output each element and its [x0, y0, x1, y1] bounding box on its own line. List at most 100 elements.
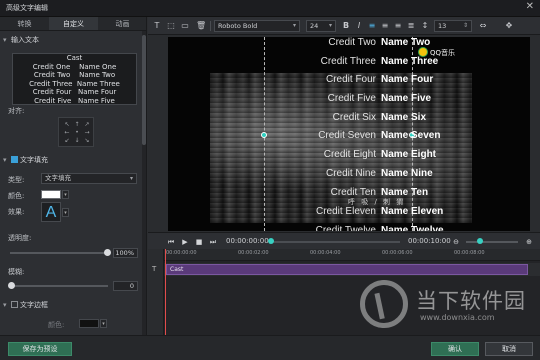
line-spacing-icon[interactable]: ↕	[420, 21, 430, 31]
credit-line: Credit Eight Name Eight	[264, 145, 504, 164]
border-color-swatch[interactable]	[79, 319, 99, 328]
fill-type-select[interactable]: 文字填充 ▾	[41, 173, 137, 184]
text-border-checkbox[interactable]	[11, 301, 18, 308]
video-preview[interactable]: QQ音乐 Credit Two Name Two Credit Three Name…	[168, 37, 530, 231]
fill-color-swatch[interactable]	[41, 190, 61, 199]
add-text-icon[interactable]: T	[152, 21, 162, 31]
brand-name: 当下软件园	[416, 289, 526, 313]
zoom-out-icon[interactable]: ⊖	[451, 237, 461, 247]
bold-button[interactable]: B	[341, 21, 351, 31]
chevron-down-icon: ▾	[129, 175, 133, 182]
toolbar-divider	[210, 21, 211, 31]
effect-label: 效果:	[8, 208, 25, 216]
credit-name: Name Four	[381, 74, 434, 85]
align-center-icon[interactable]: ≡	[380, 21, 390, 31]
align-left-icon[interactable]: ←	[64, 130, 70, 136]
cancel-button[interactable]: 取消	[485, 342, 533, 356]
credit-line: Credit Three Name Three	[264, 52, 504, 71]
shape-icon[interactable]: ▭	[180, 21, 190, 31]
ruler-tick: 00:00:04:00	[310, 250, 341, 256]
blur-value[interactable]: 0	[113, 281, 138, 291]
align-bottom-right-icon[interactable]: ↘	[84, 138, 90, 144]
align-top-icon[interactable]: ↑	[74, 122, 80, 128]
close-icon[interactable]: ✕	[526, 1, 534, 12]
timeline-zoom-knob[interactable]	[477, 238, 483, 244]
tab-animation[interactable]: 动画	[98, 17, 146, 30]
text-line: Credit Five Name Five	[34, 96, 115, 105]
border-color-label: 颜色:	[48, 321, 65, 329]
ruler-tick: 00:00:00:00	[166, 250, 197, 256]
credit-name: Name Three	[381, 56, 439, 67]
text-clip[interactable]: Cast	[166, 264, 528, 275]
chevron-down-icon[interactable]: ▾	[62, 208, 69, 217]
more-settings-icon[interactable]: ✥	[504, 21, 514, 31]
text-border-section-header[interactable]: ▾ 文字边框	[3, 300, 48, 310]
align-bottom-left-icon[interactable]: ↙	[64, 138, 70, 144]
ruler-tick: 00:00:06:00	[382, 250, 413, 256]
chevron-down-icon[interactable]: ▾	[100, 319, 107, 328]
credit-role: Credit Nine	[325, 168, 376, 179]
step-forward-icon[interactable]: ⏭	[208, 237, 218, 247]
ruler-tick: 00:00:02:00	[238, 250, 269, 256]
justify-icon[interactable]: ≣	[406, 21, 416, 31]
tab-custom[interactable]: 自定义	[49, 17, 98, 30]
blur-slider[interactable]	[10, 285, 108, 287]
playback-progress[interactable]	[273, 241, 400, 243]
text-fill-section-header[interactable]: ▾ 文字填充	[3, 155, 48, 165]
step-back-icon[interactable]: ⏮	[166, 237, 176, 247]
panel-scrollbar[interactable]	[142, 31, 146, 335]
credit-role: Credit Five	[327, 93, 376, 104]
blur-slider-knob[interactable]	[8, 282, 15, 289]
track-header-column	[148, 249, 164, 335]
text-box-icon[interactable]: ⬚	[166, 21, 176, 31]
text-line: Credit Three Name Three	[29, 79, 120, 88]
opacity-slider-knob[interactable]	[104, 249, 111, 256]
alignment-grid: ↖ ↑ ↗ ← • → ↙ ↓ ↘	[58, 117, 94, 147]
align-center-icon[interactable]: •	[74, 130, 80, 136]
credit-line: Credit Four Name Four	[264, 70, 504, 89]
align-top-right-icon[interactable]: ↗	[84, 122, 90, 128]
blur-label: 模糊:	[8, 268, 25, 276]
align-right-icon[interactable]: ≡	[393, 21, 403, 31]
line-spacing-select[interactable]: 13 ⇕	[434, 20, 472, 32]
credit-line: Credit Six Name Six	[264, 108, 504, 127]
save-as-preset-button[interactable]: 保存为预设	[8, 342, 72, 356]
italic-button[interactable]: I	[354, 21, 364, 31]
credit-role: Credit Twelve	[315, 225, 376, 231]
credit-line: Credit Two Name Two	[264, 37, 504, 52]
opacity-slider[interactable]	[10, 252, 108, 254]
playback-bar: ⏮ ▶ ■ ⏭ 00:00:00:00 00:00:10:00 ⊖ ⊕	[148, 232, 540, 249]
font-size-select[interactable]: 24 ▾	[306, 20, 336, 32]
text-input-area[interactable]: Cast Credit One Name One Credit Two Name…	[12, 53, 137, 105]
text-line: Credit Four Name Four	[32, 88, 117, 96]
timeline-ruler[interactable]: 00:00:00:00 00:00:02:00 00:00:04:00 00:0…	[164, 249, 540, 261]
site-watermark-logo: 当下软件园 www.downxia.com	[360, 280, 535, 340]
chevron-down-icon: ▾	[292, 22, 296, 29]
ok-button[interactable]: 确认	[431, 342, 479, 356]
line-spacing-value: 13	[438, 22, 447, 30]
letter-spacing-icon[interactable]: ⇔	[478, 21, 488, 31]
stop-icon[interactable]: ■	[194, 237, 204, 247]
align-label: 对齐:	[8, 107, 25, 115]
font-family-select[interactable]: Roboto Bold ▾	[214, 20, 300, 32]
align-bottom-icon[interactable]: ↓	[74, 138, 80, 144]
delete-icon[interactable]: 🗑	[196, 21, 206, 31]
chevron-down-icon[interactable]: ▾	[62, 190, 69, 199]
scrollbar-thumb[interactable]	[142, 35, 146, 145]
text-effect-preview[interactable]: A	[41, 202, 61, 222]
align-right-icon[interactable]: →	[84, 130, 90, 136]
timeline-zoom-slider[interactable]	[466, 241, 518, 243]
text-line: Cast	[66, 54, 83, 62]
zoom-in-icon[interactable]: ⊕	[524, 237, 534, 247]
align-top-left-icon[interactable]: ↖	[64, 122, 70, 128]
tab-transform[interactable]: 转换	[0, 17, 49, 30]
ruler-tick: 00:00:08:00	[454, 250, 485, 256]
play-icon[interactable]: ▶	[180, 237, 190, 247]
input-text-section-header[interactable]: ▾ 输入文本	[3, 35, 39, 45]
chevron-down-icon: ▾	[3, 156, 7, 164]
playback-progress-knob[interactable]	[268, 238, 274, 244]
align-left-icon[interactable]: ≡	[367, 21, 377, 31]
opacity-value[interactable]: 100%	[113, 248, 138, 258]
playhead[interactable]	[165, 249, 166, 335]
text-fill-checkbox[interactable]	[11, 156, 18, 163]
